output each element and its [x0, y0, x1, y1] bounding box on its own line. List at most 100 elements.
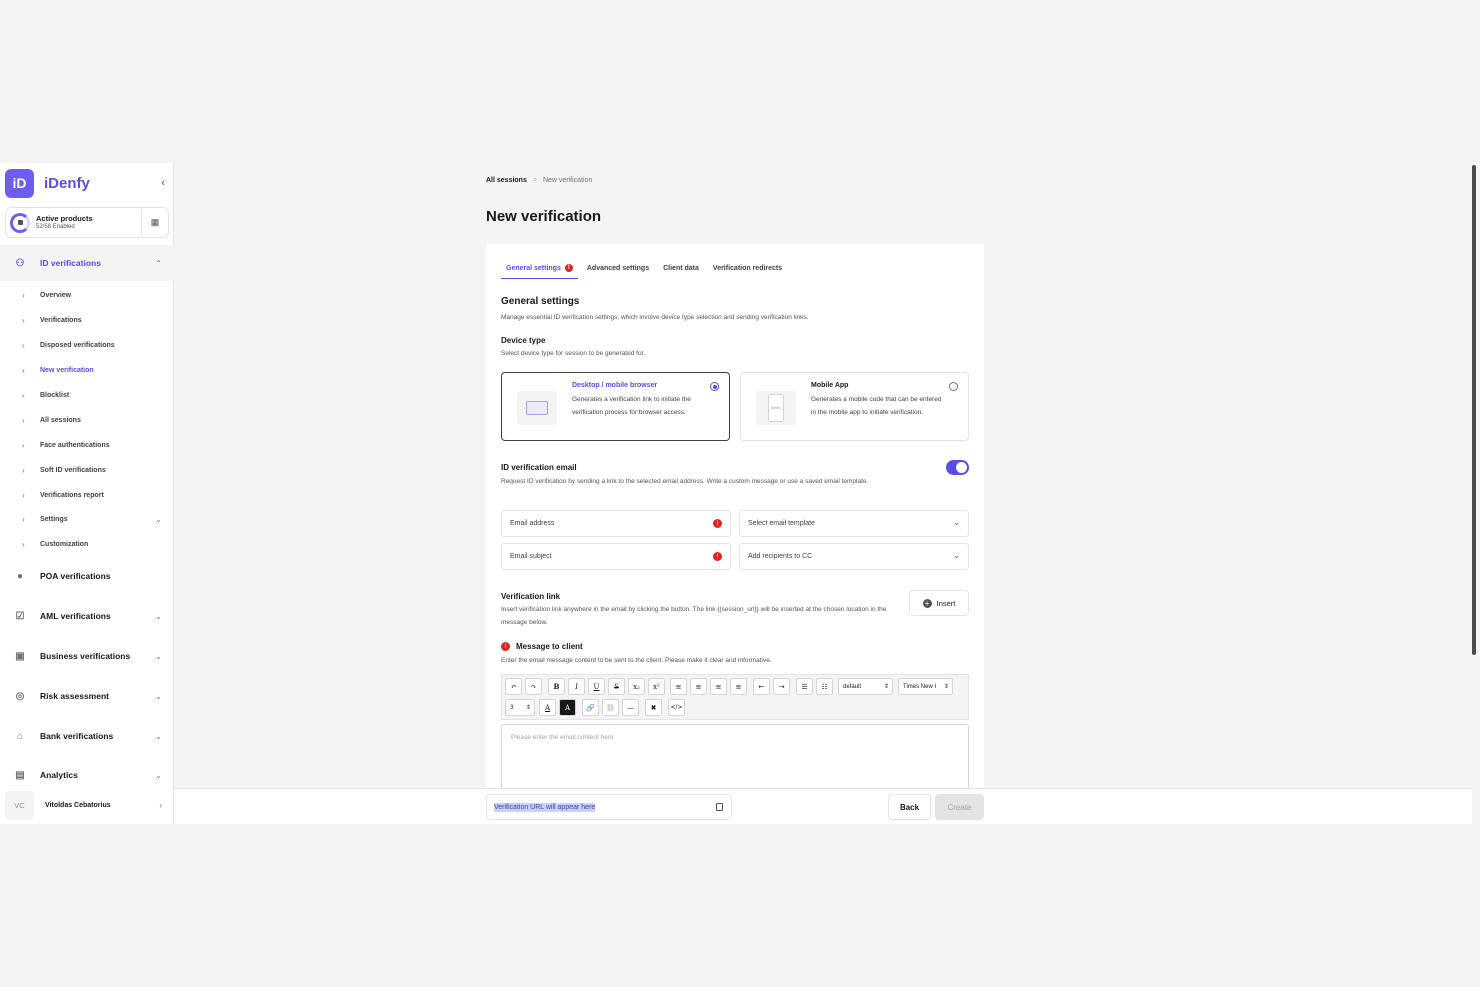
desktop-illustration-icon [517, 391, 557, 425]
background-color-icon[interactable]: A [559, 699, 576, 716]
nav-label: Bank verifications [40, 731, 114, 741]
progress-ring-icon [10, 212, 30, 233]
align-justify-icon[interactable]: ≡ [730, 678, 747, 695]
sidebar: iD iDenfy ‹ Active products 52/58 Enable… [0, 163, 174, 824]
indent-icon[interactable]: ⇥ [773, 678, 790, 695]
insert-link-button[interactable]: + Insert [909, 590, 969, 616]
nav-bank-verifications[interactable]: ⌂ Bank verifications ⌄ [0, 718, 174, 754]
sidebar-item-settings[interactable]: › Settings ⌄ [0, 509, 174, 529]
tab-verification-redirects[interactable]: Verification redirects [708, 264, 787, 279]
sidebar-item-verifications[interactable]: › Verifications [0, 310, 174, 330]
email-template-select[interactable]: Select email template ⌄ [739, 510, 969, 537]
sidebar-item-new-verification[interactable]: › New verification [0, 360, 174, 380]
device-option-text: Generates a mobile code that can be ente… [811, 396, 942, 416]
font-select[interactable]: Times New I ⇕ [898, 678, 953, 695]
text-color-icon[interactable]: A [539, 699, 556, 716]
outdent-icon[interactable]: ⇤ [753, 678, 770, 695]
cc-recipients-select[interactable]: Add recipients to CC ⌄ [739, 543, 969, 570]
section-desc-general: Manage essential ID verification setting… [501, 314, 809, 321]
chevron-right-icon: › [22, 514, 25, 524]
grid-icon[interactable]: ▦ [141, 209, 168, 236]
email-subject-field[interactable]: Email subject ! [501, 543, 731, 570]
code-view-icon[interactable]: </> [668, 699, 685, 716]
nav-poa-verifications[interactable]: ● POA verifications [0, 558, 174, 594]
tab-client-data[interactable]: Client data [658, 264, 704, 279]
select-value: Times New I [903, 683, 937, 690]
active-products-card[interactable]: Active products 52/58 Enabled ▦ [5, 207, 169, 238]
sidebar-item-customization[interactable]: › Customization [0, 534, 174, 554]
undo-icon[interactable]: ↶ [505, 678, 522, 695]
superscript-icon[interactable]: x² [648, 678, 665, 695]
nav-risk-assessment[interactable]: ◎ Risk assessment ⌄ [0, 678, 174, 714]
avatar: VC [5, 790, 34, 820]
redo-icon[interactable]: ↷ [525, 678, 542, 695]
sidebar-item-label: Face authentications [40, 441, 110, 449]
device-option-mobile-app[interactable]: iDenfy Mobile App Generates a mobile cod… [740, 372, 969, 441]
radio-unselected[interactable] [949, 382, 958, 391]
nav-label: Business verifications [40, 651, 131, 661]
sidebar-item-disposed-verifications[interactable]: › Disposed verifications [0, 335, 174, 355]
sidebar-item-all-sessions[interactable]: › All sessions [0, 410, 174, 430]
chevron-down-icon: ⌄ [953, 518, 960, 527]
clear-format-icon[interactable]: ✖ [645, 699, 662, 716]
breadcrumb-current: New verification [542, 177, 593, 184]
unlink-icon[interactable]: ⛓ [602, 699, 619, 716]
nav-business-verifications[interactable]: ▣ Business verifications ⌄ [0, 638, 174, 674]
align-center-icon[interactable]: ≡ [690, 678, 707, 695]
collapse-sidebar-icon[interactable]: ‹ [161, 177, 165, 189]
breadcrumb-all-sessions[interactable]: All sessions [486, 177, 527, 184]
chevron-down-icon: ⌄ [155, 514, 162, 524]
nav-analytics[interactable]: ▤ Analytics ⌄ [0, 757, 174, 793]
sidebar-item-verifications-report[interactable]: › Verifications report [0, 485, 174, 505]
chevron-down-icon: ⌄ [155, 770, 162, 780]
main-content: All sessions > New verification New veri… [175, 163, 1472, 824]
horizontal-rule-icon[interactable]: — [622, 699, 639, 716]
sidebar-item-label: Overview [40, 291, 72, 299]
bold-icon[interactable]: B [548, 678, 565, 695]
nav-id-verifications[interactable]: ⚇ ID verifications ⌃ [0, 245, 174, 281]
nav-aml-verifications[interactable]: ☑ AML verifications ⌄ [0, 598, 174, 634]
chevron-down-icon: ⌄ [155, 691, 162, 701]
form-card: General settings! Advanced settings Clie… [486, 244, 984, 789]
subscript-icon[interactable]: x₂ [628, 678, 645, 695]
sidebar-item-blocklist[interactable]: › Blocklist [0, 385, 174, 405]
italic-icon[interactable]: I [568, 678, 585, 695]
sidebar-item-soft-id-verifications[interactable]: › Soft ID verifications [0, 460, 174, 480]
link-icon[interactable]: 🔗 [582, 699, 599, 716]
back-button[interactable]: Back [888, 794, 931, 820]
user-menu[interactable]: VC Vitoldas Cebatorius › [5, 790, 169, 820]
underline-icon[interactable]: U [588, 678, 605, 695]
editor-toolbar: ↶ ↷ B I U S x₂ x² ≡ ≡ ≡ ≡ ⇤ ⇥ ☰ ☷ defaul… [501, 674, 969, 720]
strikethrough-icon[interactable]: S [608, 678, 625, 695]
field-label: Email subject [510, 553, 552, 560]
sidebar-item-label: Disposed verifications [40, 341, 115, 349]
tab-bar: General settings! Advanced settings Clie… [501, 264, 791, 279]
sidebar-item-label: Soft ID verifications [40, 466, 106, 474]
email-address-field[interactable]: Email address ! [501, 510, 731, 537]
copy-icon[interactable] [716, 803, 723, 811]
tab-general-settings[interactable]: General settings! [501, 264, 578, 279]
format-select[interactable]: default ⇕ [838, 678, 893, 695]
sidebar-item-overview[interactable]: › Overview [0, 285, 174, 305]
device-option-browser[interactable]: Desktop / mobile browser Generates a ver… [501, 372, 730, 441]
nav-label: ID verifications [40, 258, 101, 268]
size-select[interactable]: 3 ⇕ [505, 699, 535, 716]
create-button[interactable]: Create [935, 794, 984, 820]
sidebar-item-face-authentications[interactable]: › Face authentications [0, 435, 174, 455]
align-right-icon[interactable]: ≡ [710, 678, 727, 695]
error-icon: ! [713, 552, 722, 561]
chevron-right-icon: › [22, 365, 25, 375]
radio-selected[interactable] [710, 382, 719, 391]
numbered-list-icon[interactable]: ☷ [816, 678, 833, 695]
verification-url-field[interactable]: Verification URL will appear here [486, 794, 732, 820]
bullet-list-icon[interactable]: ☰ [796, 678, 813, 695]
nav-label: POA verifications [40, 571, 111, 581]
error-icon: ! [564, 264, 573, 272]
scrollbar[interactable] [1472, 165, 1476, 655]
tab-advanced-settings[interactable]: Advanced settings [582, 264, 654, 279]
align-left-icon[interactable]: ≡ [670, 678, 687, 695]
chevron-right-icon: › [22, 539, 25, 549]
message-title: Message to client [516, 642, 583, 651]
message-editor[interactable]: Please enter the email content here [501, 724, 969, 789]
email-toggle[interactable] [946, 460, 969, 475]
